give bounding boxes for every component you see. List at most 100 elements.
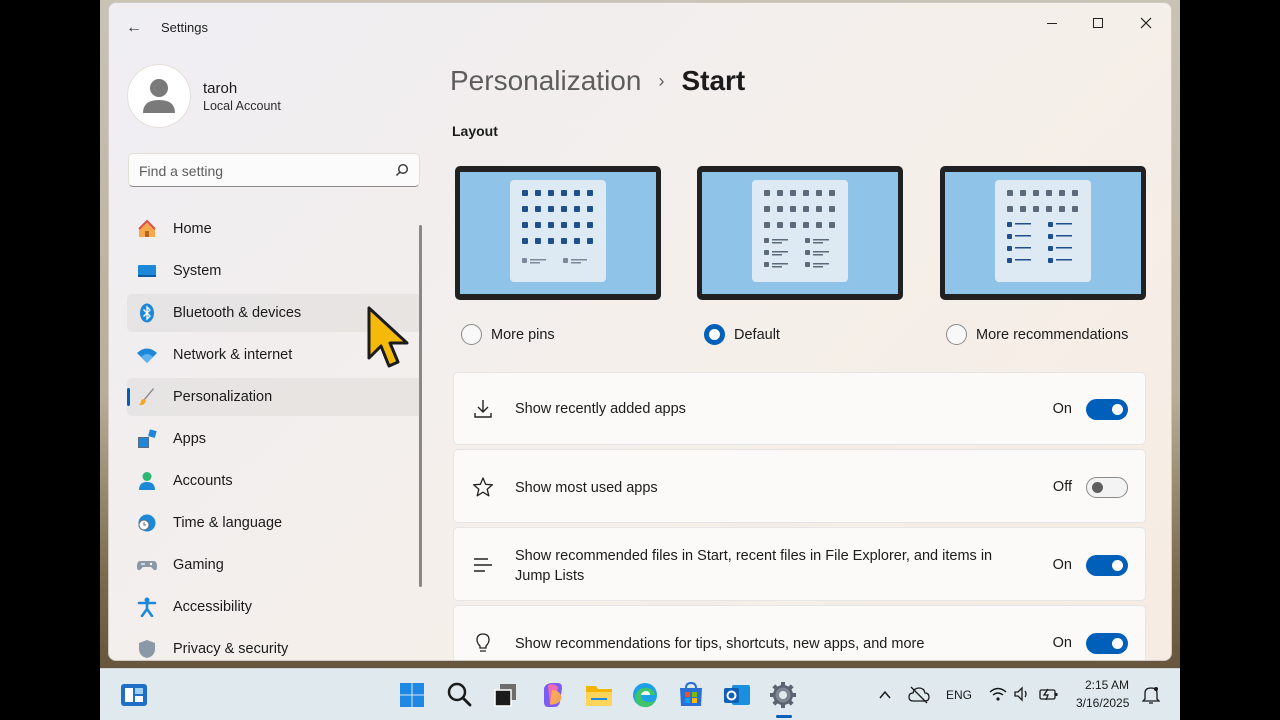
sidebar-item-accounts[interactable]: Accounts <box>127 462 422 500</box>
clock-date[interactable]: 3/16/2025 <box>1076 696 1129 710</box>
radio-button-selected[interactable] <box>704 324 725 345</box>
desktop: ← Settings taroh Local Account Find a se… <box>100 0 1180 720</box>
user-account-type: Local Account <box>203 99 281 113</box>
clock-time[interactable]: 2:15 AM <box>1085 678 1129 692</box>
globe-clock-icon <box>138 514 156 532</box>
edge-icon[interactable] <box>630 680 660 710</box>
active-indicator <box>127 388 130 406</box>
toggle-state: Off <box>1052 479 1072 495</box>
sidebar-item-label: Accounts <box>173 473 233 489</box>
list-icon <box>474 558 492 572</box>
setting-most-used-apps: Show most used apps Off <box>453 449 1146 523</box>
layout-heading: Layout <box>452 123 498 139</box>
language-indicator[interactable]: ENG <box>946 688 972 702</box>
breadcrumb-parent[interactable]: Personalization <box>450 65 641 97</box>
setting-recently-added-apps: Show recently added apps On <box>453 372 1146 445</box>
minimize-button[interactable] <box>1029 9 1075 37</box>
sidebar-item-label: Personalization <box>173 389 273 405</box>
toggle-switch[interactable] <box>1086 477 1128 498</box>
setting-label: Show recommended files in Start, recent … <box>515 548 993 584</box>
close-button[interactable] <box>1123 9 1169 37</box>
layout-preview-default[interactable] <box>697 166 903 300</box>
outlook-icon[interactable] <box>722 680 752 710</box>
start-panel-preview <box>510 180 606 282</box>
sidebar-item-privacy[interactable]: Privacy & security <box>127 630 422 660</box>
toggle-state: On <box>1052 557 1072 573</box>
active-app-indicator <box>776 715 792 718</box>
sidebar-item-label: System <box>173 263 222 279</box>
toggle-knob <box>1092 482 1103 493</box>
setting-recommendations-tips: Show recommendations for tips, shortcuts… <box>453 605 1146 660</box>
copilot-icon[interactable] <box>538 680 568 710</box>
sidebar-item-system[interactable]: System <box>127 252 422 290</box>
app-title: Settings <box>161 20 208 35</box>
page-title: Start <box>681 65 746 96</box>
toggle-knob <box>1112 638 1123 649</box>
arrow-left-icon[interactable]: ← <box>123 17 145 39</box>
gamepad-icon <box>137 561 157 571</box>
notification-bell-icon[interactable] <box>1142 685 1160 705</box>
breadcrumb: Personalization › Start <box>450 65 745 97</box>
chevron-up-icon[interactable] <box>878 688 892 702</box>
setting-label: Show most used apps <box>515 480 658 496</box>
onedrive-off-icon[interactable] <box>908 685 930 705</box>
widgets-icon[interactable] <box>119 680 149 710</box>
taskbar: ENG 2:15 AM 3/16/2025 <box>100 668 1180 720</box>
sidebar-item-label: Time & language <box>173 515 283 531</box>
toggle-state: On <box>1052 401 1072 417</box>
sidebar-item-label: Privacy & security <box>173 641 289 657</box>
search-icon[interactable] <box>444 680 474 710</box>
layout-option-default[interactable]: Default <box>704 324 780 345</box>
wifi-icon <box>137 348 157 363</box>
sidebar-item-accessibility[interactable]: Accessibility <box>127 588 422 626</box>
sidebar-scrollbar[interactable] <box>419 225 422 587</box>
wifi-icon[interactable] <box>989 686 1007 702</box>
download-icon <box>474 400 492 418</box>
sidebar-item-apps[interactable]: Apps <box>127 420 422 458</box>
toggle-switch[interactable] <box>1086 399 1128 420</box>
sidebar-item-gaming[interactable]: Gaming <box>127 546 422 584</box>
sidebar-item-label: Gaming <box>173 557 224 573</box>
toggle-knob <box>1112 404 1123 415</box>
sidebar-item-label: Bluetooth & devices <box>173 305 302 321</box>
home-icon <box>138 219 156 237</box>
title-bar: ← Settings <box>109 3 1171 51</box>
file-explorer-icon[interactable] <box>584 680 614 710</box>
search-placeholder: Find a setting <box>139 163 224 179</box>
toggle-switch[interactable] <box>1086 555 1128 576</box>
maximize-button[interactable] <box>1075 9 1121 37</box>
task-view-icon[interactable] <box>491 680 521 710</box>
mouse-cursor-icon <box>367 306 409 368</box>
store-icon[interactable] <box>676 680 706 710</box>
accounts-icon <box>139 472 155 490</box>
layout-preview-more-recommendations[interactable] <box>940 166 1146 300</box>
radio-button[interactable] <box>946 324 967 345</box>
sidebar-item-label: Accessibility <box>173 599 252 615</box>
speaker-icon[interactable] <box>1013 686 1031 702</box>
radio-label: Default <box>734 326 780 343</box>
sidebar-item-label: Apps <box>173 431 207 447</box>
layout-preview-more-pins[interactable] <box>455 166 661 300</box>
sidebar-item-time-language[interactable]: Time & language <box>127 504 422 542</box>
maximize-icon <box>1093 18 1103 28</box>
layout-preview-screen <box>702 172 898 294</box>
user-name: taroh <box>203 80 238 97</box>
layout-option-more-pins[interactable]: More pins <box>461 324 555 345</box>
setting-label: Show recommendations for tips, shortcuts… <box>515 636 925 652</box>
search-input[interactable]: Find a setting <box>128 153 420 187</box>
toggle-switch[interactable] <box>1086 633 1128 654</box>
avatar[interactable] <box>128 65 190 127</box>
default-grid-preview <box>764 190 835 268</box>
settings-icon[interactable] <box>768 680 798 710</box>
layout-option-more-recommendations[interactable]: More recommendations <box>946 324 1128 345</box>
windows-start-icon[interactable] <box>397 680 427 710</box>
battery-icon[interactable] <box>1039 686 1059 702</box>
settings-window: ← Settings taroh Local Account Find a se… <box>108 2 1172 661</box>
system-icon <box>138 265 156 277</box>
pins-grid-preview <box>522 190 593 264</box>
apps-icon <box>138 429 157 448</box>
sidebar-item-personalization[interactable]: Personalization <box>127 378 422 416</box>
layout-preview-screen <box>460 172 656 294</box>
sidebar-item-home[interactable]: Home <box>127 210 422 248</box>
radio-button[interactable] <box>461 324 482 345</box>
